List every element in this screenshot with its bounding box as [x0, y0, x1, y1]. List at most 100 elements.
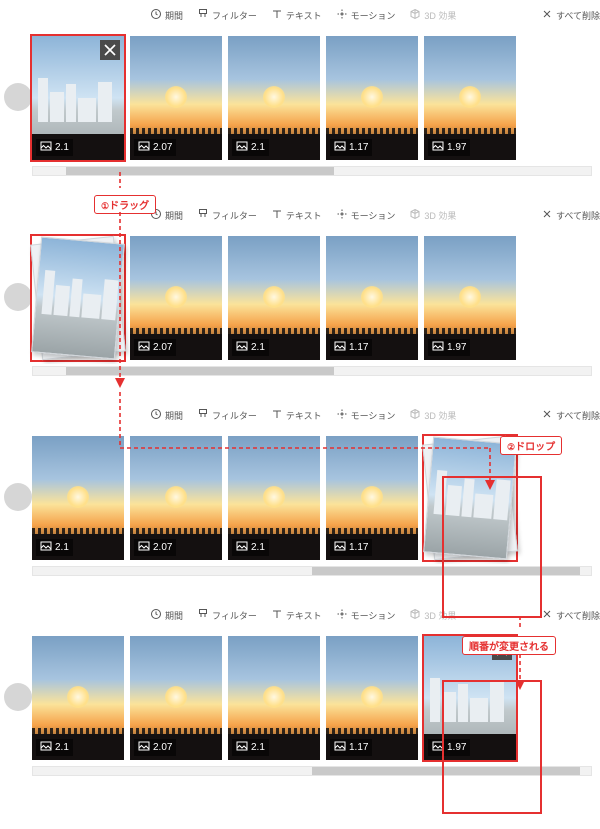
scroll-left-button[interactable]	[4, 283, 32, 311]
duration-value: 2.07	[153, 142, 172, 153]
tool-remove-all-label: すべて削除	[556, 609, 600, 622]
tool-text[interactable]: テキスト	[271, 408, 322, 422]
close-icon	[541, 608, 553, 622]
tool-filter[interactable]: フィルター	[197, 608, 257, 622]
storyboard-thumb[interactable]: 1.97	[424, 36, 516, 160]
storyboard-thumb[interactable]: 1.17	[326, 236, 418, 360]
tool-duration-label: 期間	[165, 209, 183, 222]
horizontal-scrollbar[interactable]	[32, 566, 592, 576]
tool-remove-all[interactable]: すべて削除	[541, 208, 600, 222]
duration-value: 2.1	[55, 142, 69, 153]
duration-value: 2.07	[153, 342, 172, 353]
storyboard-thumb[interactable]: 1.17	[326, 436, 418, 560]
duration-badge: 2.07	[134, 739, 176, 756]
storyboard-thumb[interactable]: 1.17	[326, 636, 418, 760]
image-icon	[138, 141, 150, 154]
duration-badge: 1.97	[428, 339, 470, 356]
tool-text-label: テキスト	[286, 409, 322, 422]
tool-filter[interactable]: フィルター	[197, 408, 257, 422]
storyboard-thumb[interactable]: 2.1	[228, 236, 320, 360]
tool-3d-label: 3D 効果	[424, 9, 456, 22]
tool-duration-label: 期間	[165, 409, 183, 422]
duration-value: 2.07	[153, 542, 172, 553]
duration-value: 2.1	[251, 542, 265, 553]
tool-3d-effect: 3D 効果	[409, 408, 456, 422]
tool-motion-label: モーション	[351, 409, 396, 422]
storyboard-thumb[interactable]: 2.1	[32, 36, 124, 160]
tool-filter[interactable]: フィルター	[197, 8, 257, 22]
storyboard-panel: 期間 フィルター テキスト モーション 3D 効果 すべて削除 2.07 2.1	[0, 200, 600, 376]
close-icon	[541, 408, 553, 422]
tool-remove-all[interactable]: すべて削除	[541, 8, 600, 22]
storyboard-thumb[interactable]: 2.07	[130, 636, 222, 760]
duration-badge: 1.17	[330, 539, 372, 556]
duration-value: 1.97	[447, 142, 466, 153]
horizontal-scrollbar[interactable]	[32, 766, 592, 776]
tool-duration[interactable]: 期間	[150, 608, 183, 622]
horizontal-scrollbar[interactable]	[32, 166, 592, 176]
storyboard-thumb[interactable]: 2.07	[130, 236, 222, 360]
filter-icon	[197, 8, 209, 22]
tool-text[interactable]: テキスト	[271, 608, 322, 622]
tool-motion-label: モーション	[351, 609, 396, 622]
tool-duration[interactable]: 期間	[150, 8, 183, 22]
tool-remove-all-label: すべて削除	[556, 9, 600, 22]
tool-text[interactable]: テキスト	[271, 8, 322, 22]
duration-badge: 1.97	[428, 739, 470, 756]
storyboard-thumb[interactable]: 2.1	[32, 436, 124, 560]
storyboard-panel: 期間 フィルター テキスト モーション 3D 効果 すべて削除 2.1 2.07…	[0, 600, 600, 776]
storyboard-thumb[interactable]: 2.07	[130, 36, 222, 160]
thumb-ghost[interactable]	[32, 236, 124, 360]
tool-remove-all-label: すべて削除	[556, 409, 600, 422]
scrollbar-handle[interactable]	[312, 767, 580, 775]
storyboard-thumb[interactable]: 2.1	[228, 436, 320, 560]
tool-motion[interactable]: モーション	[336, 608, 396, 622]
tool-remove-all[interactable]: すべて削除	[541, 608, 600, 622]
toolbar: 期間 フィルター テキスト モーション 3D 効果 すべて削除	[0, 0, 600, 30]
tool-duration-label: 期間	[165, 9, 183, 22]
clock-icon	[150, 608, 162, 622]
scrollbar-handle[interactable]	[66, 367, 334, 375]
tool-text-label: テキスト	[286, 9, 322, 22]
tool-duration-label: 期間	[165, 609, 183, 622]
storyboard-thumb[interactable]: 1.17	[326, 36, 418, 160]
text-icon	[271, 208, 283, 222]
toolbar: 期間 フィルター テキスト モーション 3D 効果 すべて削除	[0, 400, 600, 430]
tool-motion[interactable]: モーション	[336, 208, 396, 222]
tool-text[interactable]: テキスト	[271, 208, 322, 222]
scrollbar-handle[interactable]	[312, 567, 580, 575]
storyboard-thumb[interactable]: 2.1	[228, 636, 320, 760]
image-icon	[138, 541, 150, 554]
tool-duration[interactable]: 期間	[150, 408, 183, 422]
tool-motion[interactable]: モーション	[336, 408, 396, 422]
cube-icon	[409, 8, 421, 22]
storyboard-thumb[interactable]: 2.1	[32, 636, 124, 760]
duration-badge: 1.17	[330, 739, 372, 756]
storyboard-thumb[interactable]: 2.1	[228, 36, 320, 160]
tool-filter-label: フィルター	[212, 609, 257, 622]
horizontal-scrollbar[interactable]	[32, 366, 592, 376]
storyboard-thumb[interactable]: 1.97	[424, 236, 516, 360]
storyboard-thumb[interactable]: 2.07	[130, 436, 222, 560]
scroll-left-button[interactable]	[4, 483, 32, 511]
duration-badge: 2.1	[36, 539, 73, 556]
storyboard-panel: 期間 フィルター テキスト モーション 3D 効果 すべて削除 2.1 2.07	[0, 0, 600, 176]
image-icon	[334, 541, 346, 554]
motion-icon	[336, 408, 348, 422]
scroll-left-button[interactable]	[4, 683, 32, 711]
tool-text-label: テキスト	[286, 209, 322, 222]
close-icon	[541, 208, 553, 222]
thumb-close-button[interactable]	[100, 40, 120, 60]
tool-remove-all[interactable]: すべて削除	[541, 408, 600, 422]
scrollbar-handle[interactable]	[66, 167, 334, 175]
storyboard-strip[interactable]: 2.1 2.07 2.1 1.17 1.97	[24, 30, 600, 164]
duration-badge: 2.07	[134, 539, 176, 556]
callout-drag: ①ドラッグ	[94, 195, 156, 214]
duration-value: 1.17	[349, 342, 368, 353]
tool-filter[interactable]: フィルター	[197, 208, 257, 222]
storyboard-strip[interactable]: 2.07 2.1 1.17 1.97	[24, 230, 600, 364]
duration-value: 2.1	[251, 142, 265, 153]
tool-motion[interactable]: モーション	[336, 8, 396, 22]
close-icon	[541, 8, 553, 22]
scroll-left-button[interactable]	[4, 83, 32, 111]
